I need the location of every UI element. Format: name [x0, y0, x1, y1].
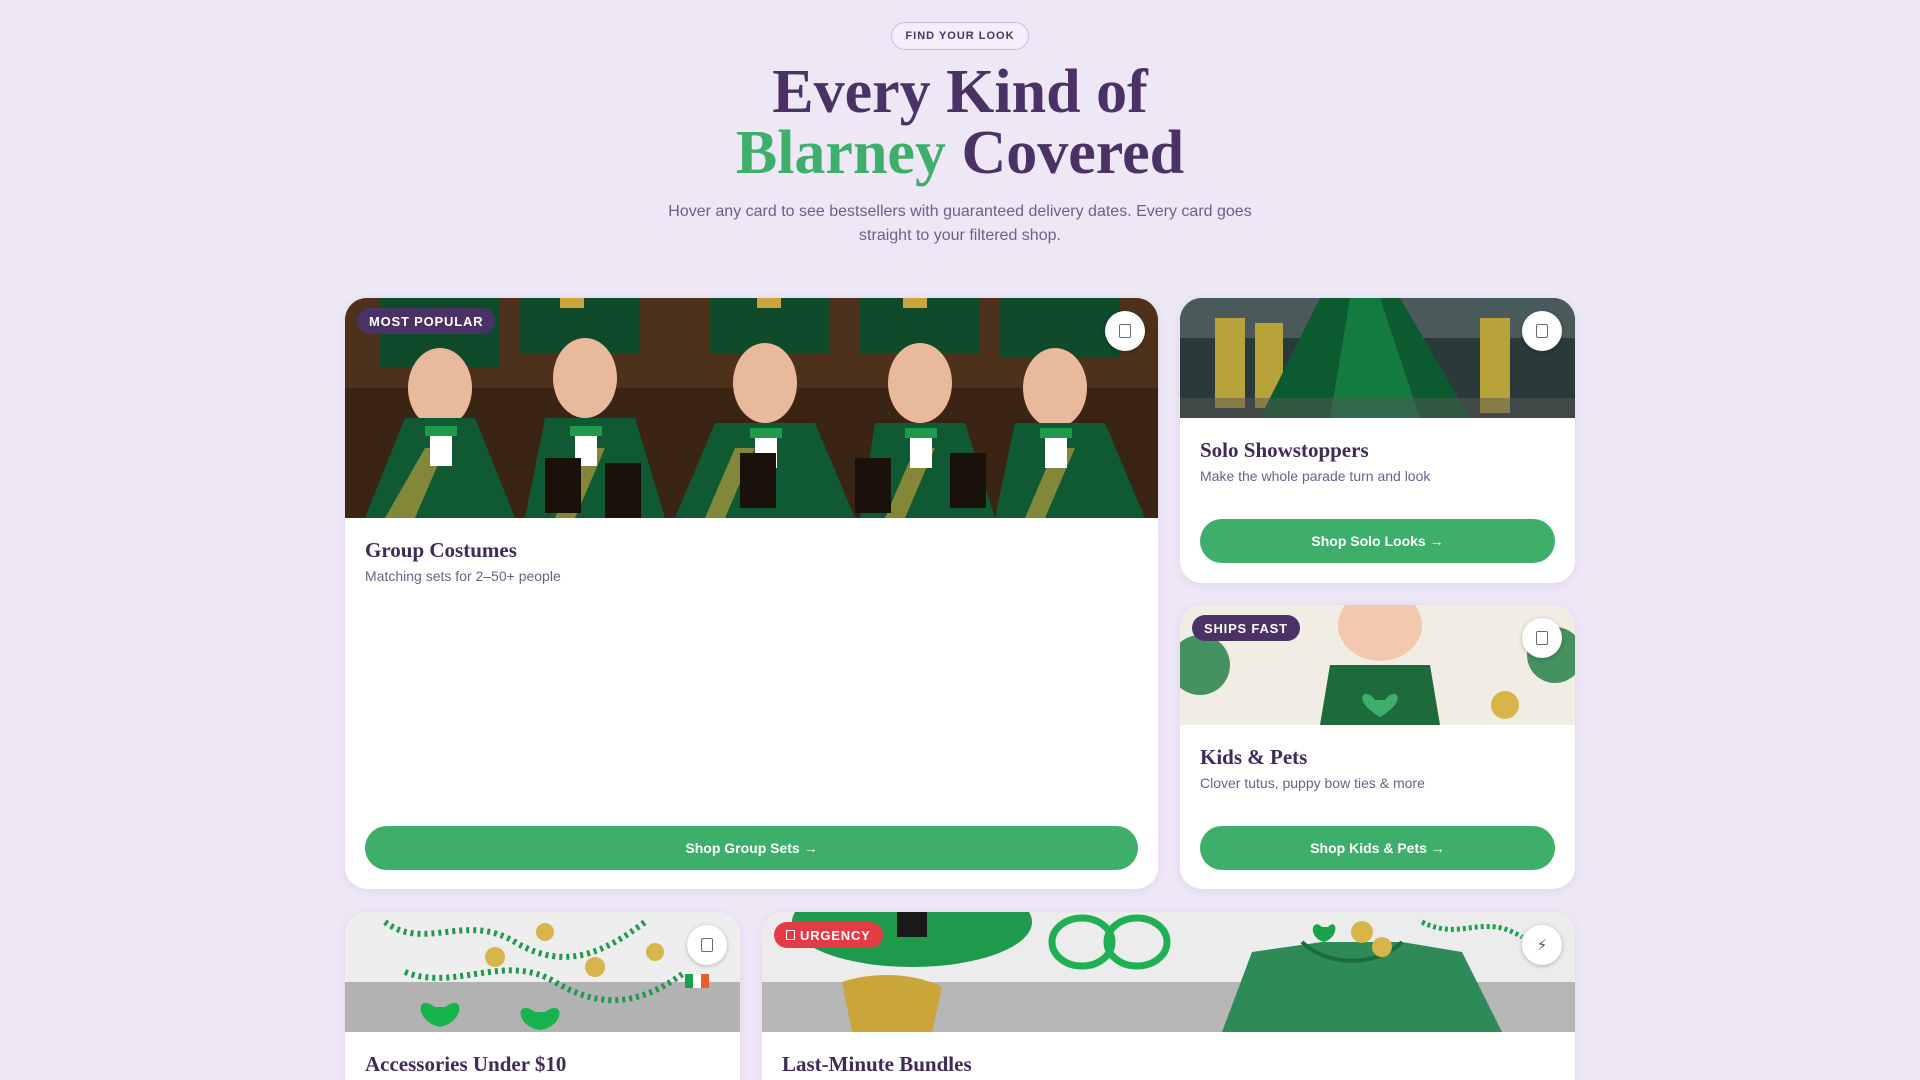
category-section: FIND YOUR LOOK Every Kind of Blarney Cov…: [0, 0, 1920, 1080]
card-group-costumes[interactable]: MOST POPULAR Group Costumes Matching set…: [345, 298, 1158, 889]
save-button[interactable]: [1522, 618, 1562, 658]
eyebrow-pill: FIND YOUR LOOK: [891, 22, 1029, 50]
card-title: Group Costumes: [365, 538, 517, 562]
card-solo-showstoppers[interactable]: Solo Showstoppers Make the whole parade …: [1180, 298, 1575, 583]
card-description: Make the whole parade turn and look: [1200, 468, 1431, 484]
shop-kids-pets-button[interactable]: Shop Kids & Pets →: [1200, 826, 1555, 870]
bookmark-icon: [1119, 324, 1131, 338]
card-title: Kids & Pets: [1200, 745, 1308, 769]
card-last-minute-bundles[interactable]: URGENCY ⚡ Last-Minute Bundles: [762, 912, 1575, 1080]
card-title: Accessories Under $10: [365, 1052, 567, 1076]
card-accessories[interactable]: Accessories Under $10: [345, 912, 740, 1080]
shop-solo-looks-button[interactable]: Shop Solo Looks →: [1200, 519, 1555, 563]
badge-most-popular: MOST POPULAR: [357, 308, 496, 334]
headline-line1: Every Kind of: [772, 58, 1148, 126]
headline-accent-word: Blarney: [735, 119, 946, 187]
section-subcopy: Hover any card to see bestsellers with g…: [668, 203, 1252, 244]
bookmark-icon: [1536, 324, 1548, 338]
clock-icon: [786, 930, 795, 940]
save-button[interactable]: [1522, 311, 1562, 351]
card-description: Matching sets for 2–50+ people: [365, 568, 561, 584]
quick-action-button[interactable]: ⚡: [1522, 925, 1562, 965]
save-button[interactable]: [1105, 311, 1145, 351]
card-kids-pets[interactable]: SHIPS FAST Kids & Pets Clover tutus, pup…: [1180, 605, 1575, 889]
shop-group-sets-button[interactable]: Shop Group Sets →: [365, 826, 1138, 870]
headline-rest: Covered: [945, 119, 1185, 187]
lightning-icon: ⚡: [1536, 937, 1548, 954]
accessories-photo: [345, 912, 740, 1032]
card-title: Solo Showstoppers: [1200, 438, 1369, 462]
badge-ships-fast: SHIPS FAST: [1192, 615, 1300, 641]
solo-showstoppers-photo: [1180, 298, 1575, 418]
bundles-photo: [762, 912, 1575, 1032]
card-description: Clover tutus, puppy bow ties & more: [1200, 775, 1425, 791]
bookmark-icon: [701, 938, 713, 952]
badge-label: URGENCY: [800, 927, 871, 943]
badge-urgency: URGENCY: [774, 922, 883, 948]
save-button[interactable]: [687, 925, 727, 965]
section-headline: Every Kind of Blarney Covered: [460, 61, 1460, 187]
bookmark-icon: [1536, 631, 1548, 645]
card-title: Last-Minute Bundles: [782, 1052, 972, 1076]
